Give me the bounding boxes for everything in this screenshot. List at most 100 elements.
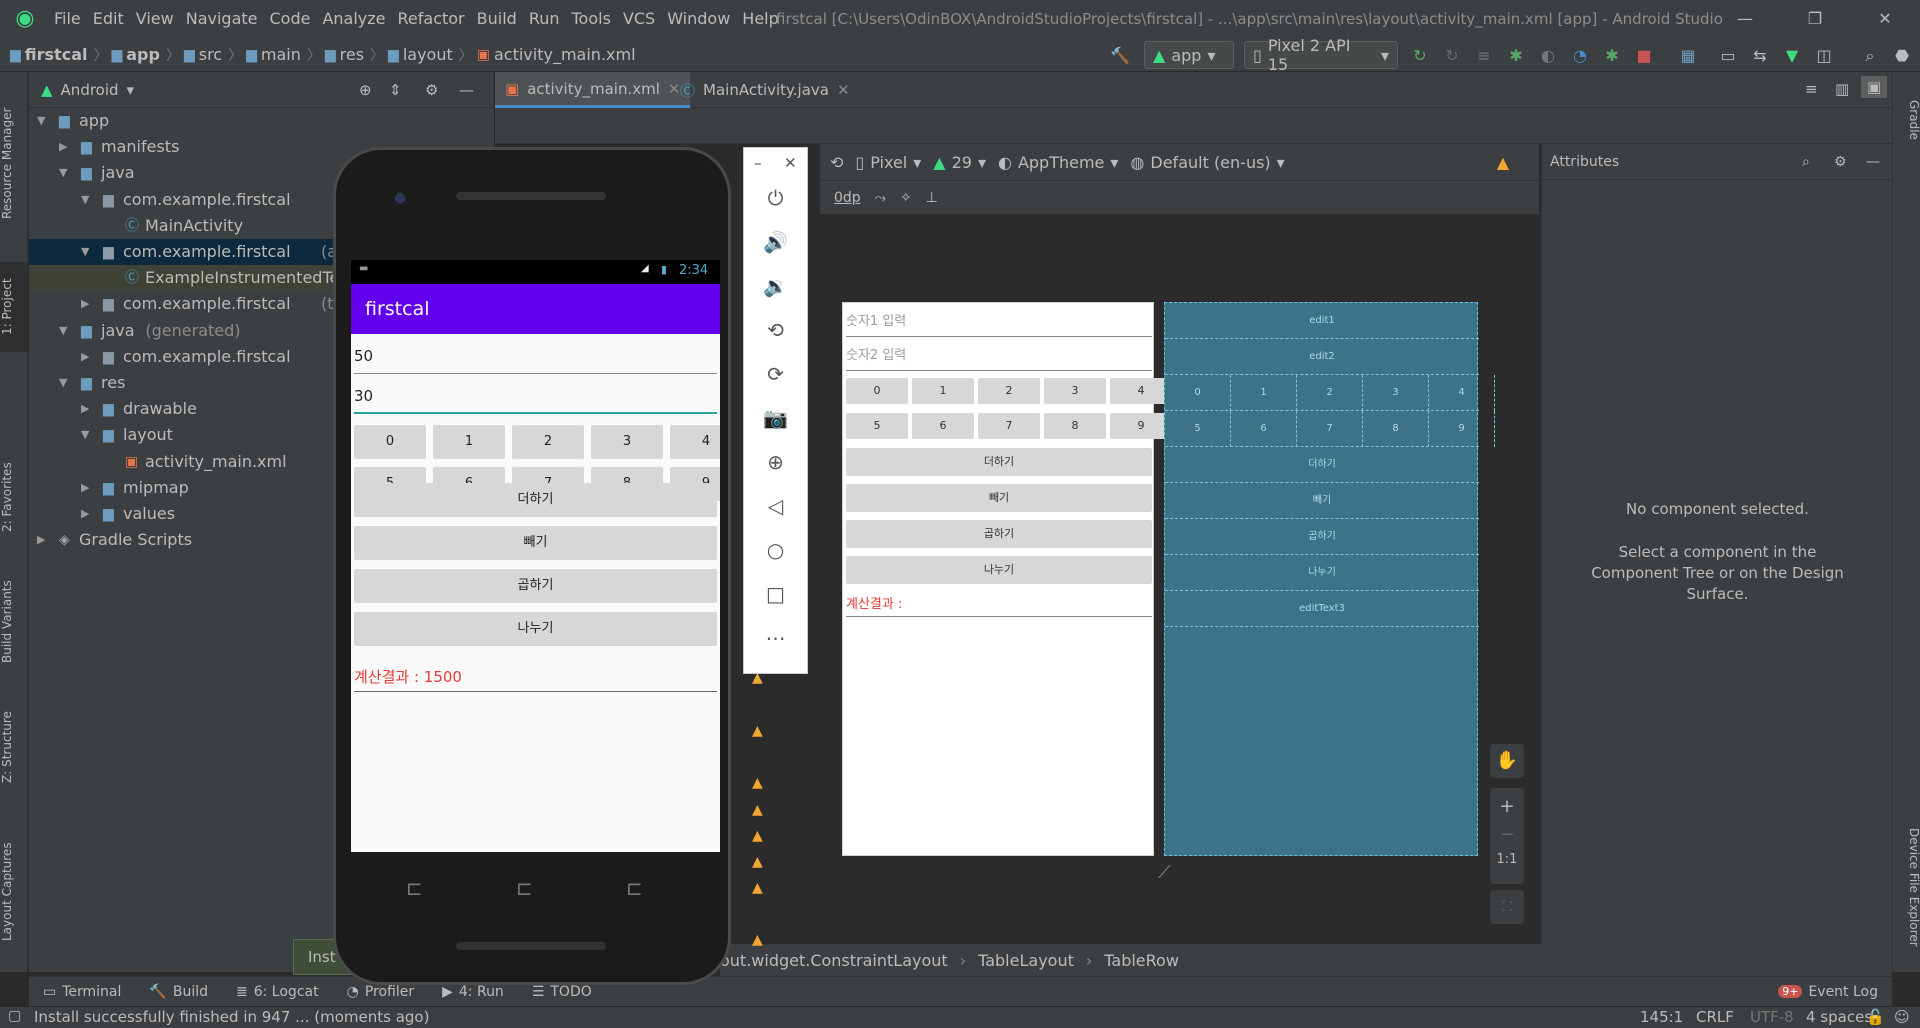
design-view-icon[interactable]: ▣ <box>1861 76 1888 98</box>
zoom-out-icon[interactable]: − <box>1490 824 1524 852</box>
search-icon[interactable]: ⌕ <box>1802 154 1810 170</box>
blueprint-cell[interactable]: 2 <box>1297 375 1363 411</box>
clear-constraints-icon[interactable]: ⤳ <box>875 190 886 206</box>
crumb-tablerow[interactable]: TableRow <box>1104 951 1179 970</box>
breadcrumb-res[interactable]: ▆ res 〉 <box>325 45 384 65</box>
tool-tab-project[interactable]: 1: Project <box>0 262 28 352</box>
tool-tab-favorites[interactable]: 2: Favorites <box>0 452 28 542</box>
minimize-button[interactable]: — <box>1710 0 1780 38</box>
blueprint-edit1[interactable]: edit1 <box>1165 303 1479 339</box>
preview-add-button[interactable]: 더하기 <box>846 448 1152 476</box>
status-message[interactable]: Install successfully finished in 947 ...… <box>34 1008 429 1026</box>
menu-code[interactable]: Code <box>264 0 317 38</box>
layout-inspector-icon[interactable]: ◫ <box>1812 44 1836 68</box>
number2-input[interactable]: 30 <box>354 378 717 414</box>
expand-arrow-icon[interactable]: ▼ <box>81 187 89 213</box>
preview-digit-6[interactable]: 6 <box>912 413 974 439</box>
preview-digit-3[interactable]: 3 <box>1044 378 1106 404</box>
warning-icon[interactable]: ▲ <box>752 880 763 896</box>
hide-icon[interactable]: — <box>1866 154 1880 170</box>
crumb-tablelayout[interactable]: TableLayout <box>978 951 1074 970</box>
api-level-select[interactable]: ▲ 29 ▾ <box>933 153 986 172</box>
menu-file[interactable]: File <box>48 0 87 38</box>
preview-result[interactable]: 계산결과 : <box>846 593 1152 617</box>
make-project-icon[interactable]: 🔨 <box>1108 44 1132 68</box>
preview-digit-5[interactable]: 5 <box>846 413 908 439</box>
gear-icon[interactable]: ⚙ <box>1834 154 1847 170</box>
locate-icon[interactable]: ⊕ <box>359 81 372 99</box>
maximize-button[interactable]: ❐ <box>1780 0 1850 38</box>
minimize-icon[interactable]: – <box>754 154 762 172</box>
expand-arrow-icon[interactable]: ▼ <box>59 370 67 396</box>
project-view-select[interactable]: Android <box>61 81 119 99</box>
preview-sub-button[interactable]: 빼기 <box>846 484 1152 512</box>
breadcrumb-file[interactable]: ▣ activity_main.xml <box>477 45 636 64</box>
guidelines-icon[interactable]: ⊥ <box>926 190 938 206</box>
caret-position[interactable]: 145:1 <box>1640 1008 1683 1026</box>
collapse-arrow-icon[interactable]: ▶ <box>81 475 89 501</box>
tool-tab-structure[interactable]: Z: Structure <box>0 702 28 792</box>
blueprint-cell[interactable]: 5 <box>1165 411 1231 447</box>
run-config-select[interactable]: ▲ app ▾ <box>1144 41 1234 69</box>
preview-edit1[interactable]: 숫자1 입력 <box>846 307 1152 337</box>
blueprint-cell[interactable]: 0 <box>1165 375 1231 411</box>
blueprint-add[interactable]: 더하기 <box>1165 447 1479 483</box>
tab-todo[interactable]: ☰ TODO <box>518 984 606 1000</box>
zoom-icon[interactable]: ⊕ <box>744 444 807 480</box>
more-icon[interactable]: ⋯ <box>744 620 807 656</box>
design-preview[interactable]: 숫자1 입력 숫자2 입력 01234 56789 더하기 빼기 곱하기 나누기… <box>842 302 1172 856</box>
warning-icon[interactable]: ▲ <box>752 854 763 870</box>
digit-button-1[interactable]: 1 <box>433 425 505 459</box>
warning-icon[interactable]: ▲ <box>752 932 763 948</box>
back-icon[interactable]: ◁ <box>744 488 807 524</box>
tab-event-log[interactable]: 9+ Event Log <box>1764 984 1892 1000</box>
gear-icon[interactable]: ⚙ <box>425 81 438 99</box>
warning-icon[interactable]: ▲ <box>752 828 763 844</box>
tab-activity-main-xml[interactable]: ▣ activity_main.xml ✕ <box>495 72 691 108</box>
rotate-left-icon[interactable]: ⟲ <box>744 312 807 348</box>
sdk-manager-icon[interactable]: ▼ <box>1780 44 1804 68</box>
preview-div-button[interactable]: 나누기 <box>846 556 1152 584</box>
preview-digit-4[interactable]: 4 <box>1110 378 1172 404</box>
close-icon[interactable]: ✕ <box>837 81 850 99</box>
expand-arrow-icon[interactable]: ▼ <box>59 160 67 186</box>
breadcrumb-src[interactable]: ▆ src 〉 <box>184 45 242 65</box>
indent-setting[interactable]: 4 spaces <box>1806 1008 1872 1026</box>
tool-tab-gradle[interactable]: Gradle <box>1893 80 1920 160</box>
tab-build[interactable]: 🔨 Build <box>135 984 222 1000</box>
breadcrumb-main[interactable]: ▆ main 〉 <box>246 45 321 65</box>
preview-digit-0[interactable]: 0 <box>846 378 908 404</box>
crumb-constraintlayout[interactable]: out.widget.ConstraintLayout <box>720 951 948 970</box>
subtract-button[interactable]: 빼기 <box>354 526 717 560</box>
power-icon[interactable]: ⏻ <box>744 180 807 216</box>
blueprint-cell[interactable]: 8 <box>1363 411 1429 447</box>
blueprint-edit2[interactable]: edit2 <box>1165 339 1479 375</box>
stop-icon[interactable]: ■ <box>1632 44 1656 68</box>
default-margin-select[interactable]: 0dp <box>834 190 861 206</box>
profile-icon[interactable]: ◔ <box>1568 44 1592 68</box>
device-select[interactable]: ▯ Pixel 2 API 15 ▾ <box>1244 36 1398 74</box>
search-icon[interactable]: ⌕ <box>1858 44 1882 68</box>
tab-profiler[interactable]: ◔ Profiler <box>333 984 429 1000</box>
blueprint-cell[interactable]: 7 <box>1297 411 1363 447</box>
tab-run[interactable]: ▶ 4: Run <box>428 984 518 1000</box>
menu-build[interactable]: Build <box>471 0 523 38</box>
blueprint-view[interactable]: edit1 edit2 01234 56789 더하기 빼기 곱하기 나누기 e… <box>1164 302 1495 856</box>
menu-refactor[interactable]: Refactor <box>392 0 471 38</box>
preview-digit-1[interactable]: 1 <box>912 378 974 404</box>
tree-item[interactable]: ▼ ▆ app <box>29 108 494 134</box>
collapse-all-icon[interactable]: ⇕ <box>389 81 402 99</box>
menu-vcs[interactable]: VCS <box>617 0 661 38</box>
device-preview-select[interactable]: ▯ Pixel ▾ <box>855 153 921 172</box>
collapse-arrow-icon[interactable]: ▶ <box>37 527 45 553</box>
blueprint-mul[interactable]: 곱하기 <box>1165 519 1479 555</box>
zoom-fit-icon[interactable]: ⛶ <box>1490 890 1524 924</box>
volume-up-icon[interactable]: 🔊 <box>744 224 807 260</box>
pan-icon[interactable]: ✋ <box>1490 744 1524 778</box>
settings-sync-icon[interactable]: ⬣ <box>1890 44 1914 68</box>
debug-icon[interactable]: ✱ <box>1504 44 1528 68</box>
add-button[interactable]: 더하기 <box>354 483 717 517</box>
collapse-arrow-icon[interactable]: ▶ <box>81 396 89 422</box>
expand-arrow-icon[interactable]: ▼ <box>81 422 89 448</box>
orientation-icon[interactable]: ⟲ <box>830 153 843 172</box>
